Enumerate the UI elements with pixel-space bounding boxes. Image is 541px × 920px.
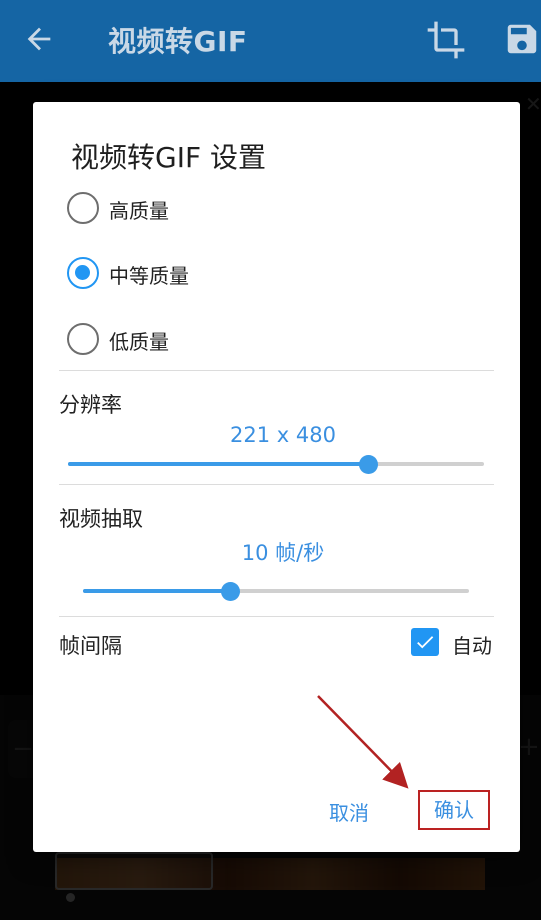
frame-interval-label: 帧间隔 — [59, 634, 122, 658]
divider — [59, 616, 494, 617]
auto-checkbox-label: 自动 — [452, 634, 492, 658]
radio-label: 高质量 — [109, 199, 169, 223]
radio-label: 中等质量 — [109, 264, 189, 288]
extraction-value: 10 帧/秒 — [241, 541, 325, 565]
extraction-slider[interactable] — [83, 581, 469, 601]
app-bar: 视频转GIF — [0, 0, 541, 82]
slider-fill — [68, 462, 368, 466]
slider-thumb[interactable] — [220, 582, 240, 601]
divider — [59, 370, 494, 371]
radio-label: 低质量 — [109, 330, 169, 354]
check-icon — [417, 636, 434, 649]
extraction-label: 视频抽取 — [59, 507, 143, 531]
app-title: 视频转GIF — [108, 25, 248, 58]
radio-low-quality[interactable]: 低质量 — [67, 319, 367, 359]
radio-circle[interactable] — [67, 192, 99, 224]
save-icon[interactable] — [503, 20, 541, 58]
resolution-label: 分辨率 — [59, 393, 122, 417]
resolution-value: 221 x 480 — [230, 423, 336, 447]
radio-circle[interactable] — [67, 323, 99, 355]
auto-checkbox[interactable] — [411, 628, 439, 656]
resolution-slider[interactable] — [68, 454, 484, 474]
radio-medium-quality[interactable]: 中等质量 — [67, 253, 367, 293]
confirm-button[interactable]: 确认 — [418, 790, 490, 830]
back-arrow-icon[interactable] — [22, 22, 56, 56]
cancel-button[interactable]: 取消 — [329, 797, 369, 826]
crop-icon[interactable] — [426, 20, 466, 60]
radio-high-quality[interactable]: 高质量 — [67, 188, 367, 228]
slider-fill — [83, 589, 230, 593]
dialog-title: 视频转GIF 设置 — [71, 141, 266, 174]
radio-circle[interactable] — [67, 257, 99, 289]
gif-settings-dialog: 视频转GIF 设置 高质量 中等质量 低质量 分辨率 221 x 480 视频抽… — [33, 102, 520, 852]
slider-thumb[interactable] — [358, 455, 378, 474]
divider — [59, 484, 494, 485]
